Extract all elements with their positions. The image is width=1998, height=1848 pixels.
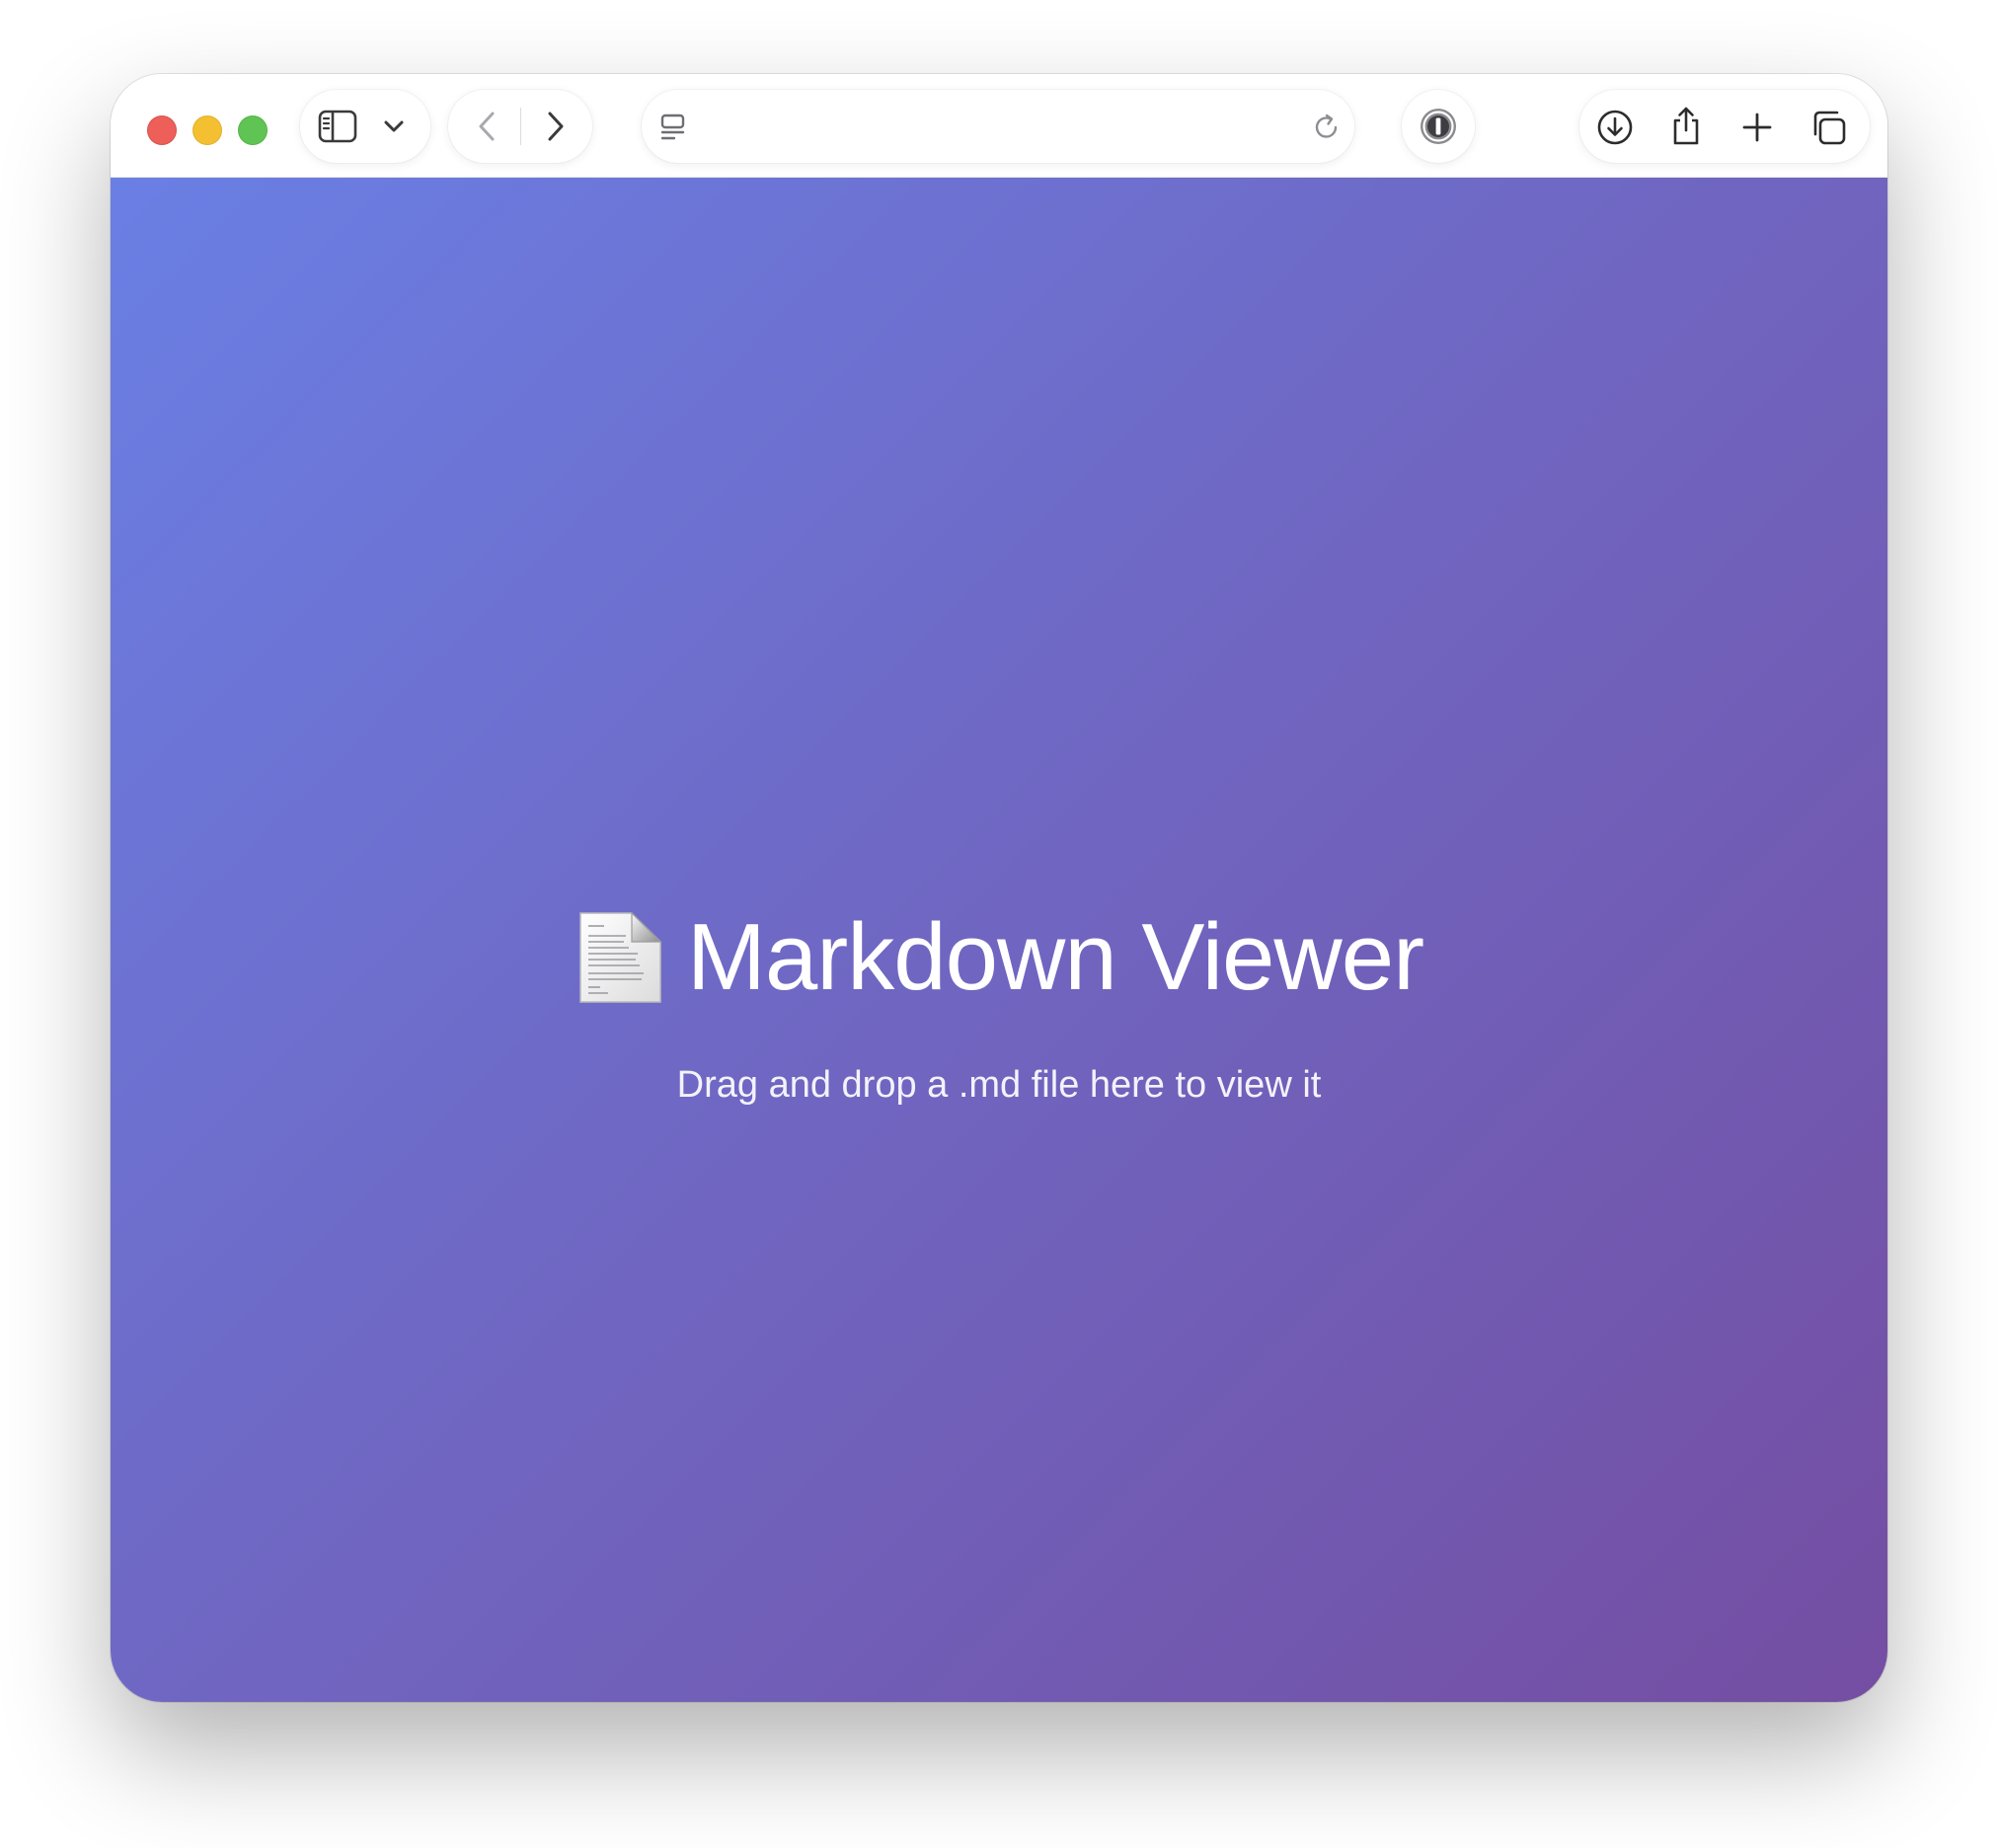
password-manager-icon: [1419, 107, 1458, 146]
chevron-down-icon[interactable]: [381, 114, 407, 139]
share-icon[interactable]: [1666, 104, 1706, 147]
minimize-window-button[interactable]: [192, 116, 222, 145]
document-icon: [575, 910, 665, 1005]
plus-icon[interactable]: [1737, 108, 1777, 147]
chevron-right-icon: [547, 111, 565, 142]
browser-window: Markdown Viewer Drag and drop a .md file…: [111, 74, 1887, 1702]
browser-toolbar: [111, 74, 1887, 178]
zoom-window-button[interactable]: [238, 116, 268, 145]
nav-divider: [520, 108, 521, 145]
forward-button[interactable]: [539, 109, 573, 144]
drop-instructions: Drag and drop a .md file here to view it: [676, 1064, 1322, 1106]
navigation-controls: [448, 90, 592, 163]
toolbar-actions: [1579, 90, 1870, 163]
address-bar[interactable]: [642, 90, 1354, 163]
sidebar-toggle-icon[interactable]: [318, 107, 357, 146]
page-title: Markdown Viewer: [686, 904, 1424, 1010]
reload-icon[interactable]: [1311, 112, 1343, 143]
back-button[interactable]: [470, 109, 503, 144]
chevron-left-icon: [478, 111, 496, 142]
download-icon[interactable]: [1595, 108, 1635, 147]
tab-overview-icon[interactable]: [1808, 108, 1848, 147]
password-manager-button[interactable]: [1402, 90, 1475, 163]
page-header: Markdown Viewer: [111, 904, 1887, 1010]
page-content[interactable]: Markdown Viewer Drag and drop a .md file…: [111, 178, 1887, 1702]
sidebar-controls: [300, 90, 430, 163]
page-menu-icon[interactable]: [657, 112, 689, 143]
close-window-button[interactable]: [147, 116, 177, 145]
